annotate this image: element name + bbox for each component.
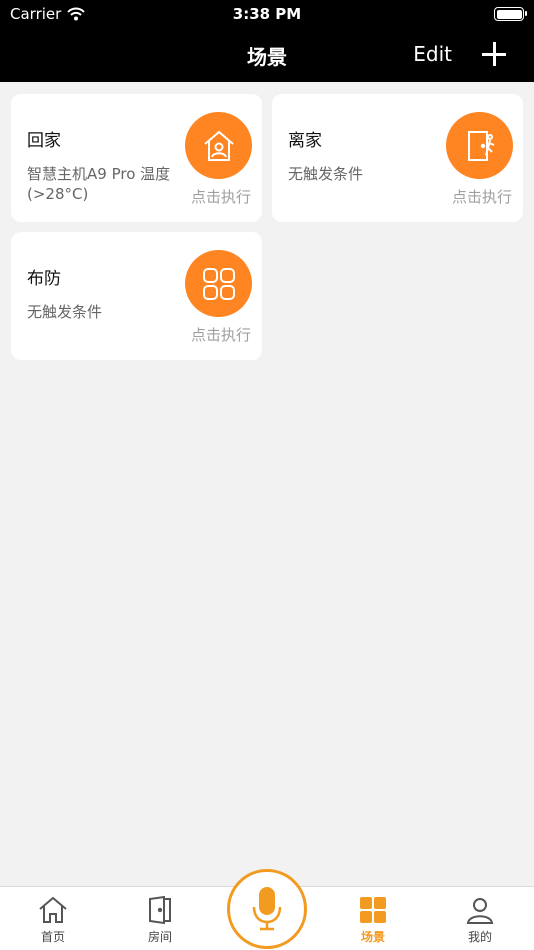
- scene-grid-icon: [360, 897, 386, 923]
- door-icon: [149, 895, 171, 925]
- leave-door-icon[interactable]: [446, 112, 513, 179]
- tab-label: 场景: [360, 930, 385, 944]
- tab-home[interactable]: 首页: [23, 895, 83, 945]
- tab-profile[interactable]: 我的: [450, 895, 510, 945]
- scene-condition: 无触发条件: [27, 303, 103, 321]
- scene-card-leave[interactable]: 离家 无触发条件 点击执行: [272, 94, 523, 222]
- grid-arm-icon[interactable]: [185, 250, 252, 317]
- scene-card-arm[interactable]: 布防 无触发条件 点击执行: [11, 232, 262, 360]
- microphone-icon: [252, 887, 282, 931]
- voice-assistant-button[interactable]: [227, 869, 307, 949]
- scene-condition: 智慧主机A9 Pro 温度(>28°C): [27, 165, 171, 203]
- battery-icon: [494, 7, 527, 21]
- navigation-bar: 场景 Edit: [0, 28, 534, 82]
- scene-name: 布防: [27, 269, 61, 289]
- scene-grid: 回家 智慧主机A9 Pro 温度(>28°C) 点击执行 离家 无触发条件 点击…: [11, 94, 523, 360]
- tab-rooms[interactable]: 房间: [130, 895, 190, 945]
- execute-label[interactable]: 点击执行: [452, 186, 512, 207]
- home-outline-icon: [39, 896, 67, 923]
- status-time: 3:38 PM: [232, 5, 302, 23]
- status-bar: Carrier 3:38 PM: [0, 0, 534, 28]
- scene-card-home[interactable]: 回家 智慧主机A9 Pro 温度(>28°C) 点击执行: [11, 94, 262, 222]
- edit-button[interactable]: Edit: [413, 42, 452, 66]
- tab-label: 首页: [40, 930, 65, 944]
- execute-label[interactable]: 点击执行: [191, 324, 251, 345]
- person-icon: [466, 898, 494, 924]
- scene-condition: 无触发条件: [288, 165, 364, 183]
- page-title: 场景: [247, 45, 287, 69]
- scene-name: 离家: [288, 131, 322, 151]
- tab-scenes[interactable]: 场景: [343, 895, 403, 945]
- add-scene-button[interactable]: [480, 40, 508, 68]
- scene-name: 回家: [27, 131, 61, 151]
- execute-label[interactable]: 点击执行: [191, 186, 251, 207]
- tab-label: 房间: [147, 930, 172, 944]
- home-icon[interactable]: [185, 112, 252, 179]
- tab-label: 我的: [467, 930, 492, 944]
